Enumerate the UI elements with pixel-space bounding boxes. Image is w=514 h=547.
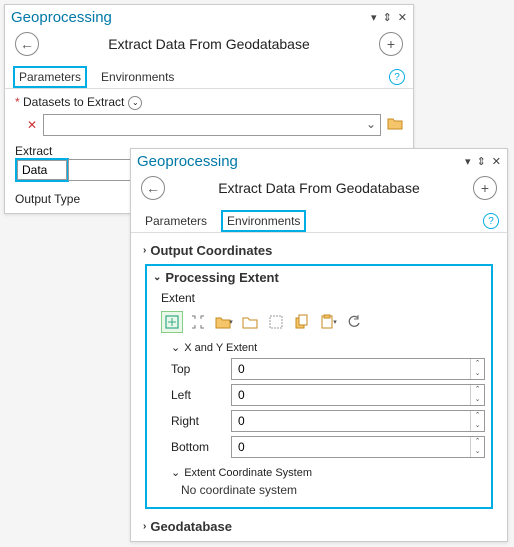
coord-row-top: Top ⌃⌄ [171, 358, 485, 380]
coord-system-header[interactable]: ⌄Extent Coordinate System [171, 466, 485, 479]
spin-up-icon[interactable]: ⌃ [471, 385, 484, 395]
extent-folder-icon[interactable]: ▾ [213, 311, 235, 333]
extent-default-icon[interactable] [161, 311, 183, 333]
coord-row-bottom: Bottom ⌃⌄ [171, 436, 485, 458]
xy-extent-header[interactable]: ⌄X and Y Extent [171, 341, 485, 354]
chevron-right-icon: › [143, 245, 146, 256]
spin-up-icon[interactable]: ⌃ [471, 437, 484, 447]
extent-toolbar: ▾ ▾ [161, 311, 485, 333]
extent-copy-icon[interactable] [291, 311, 313, 333]
titlebar: Geoprocessing ▾ ⇕ ✕ [131, 149, 507, 172]
tool-title: Extract Data From Geodatabase [47, 36, 371, 52]
datasets-label: * Datasets to Extract⌄ [15, 95, 403, 110]
chevron-down-icon: ⌄ [171, 466, 180, 479]
add-button[interactable]: + [473, 176, 497, 200]
left-input[interactable]: ⌃⌄ [231, 384, 485, 406]
spin-up-icon[interactable]: ⌃ [471, 359, 484, 369]
coord-row-left: Left ⌃⌄ [171, 384, 485, 406]
pane-title: Geoprocessing [11, 9, 371, 26]
extent-browse-icon[interactable] [239, 311, 261, 333]
browse-button[interactable] [387, 116, 403, 133]
extent-select-icon[interactable] [265, 311, 287, 333]
dropdown-icon[interactable]: ▾ [371, 11, 377, 24]
section-geodatabase[interactable]: ›Geodatabase [141, 515, 497, 538]
chevron-down-icon: ⌄ [171, 341, 180, 354]
extract-highlight [15, 158, 69, 182]
tool-header: ← Extract Data From Geodatabase + [131, 172, 507, 210]
remove-icon[interactable]: ✕ [27, 118, 37, 132]
help-icon[interactable]: ? [389, 69, 405, 85]
bottom-input[interactable]: ⌃⌄ [231, 436, 485, 458]
extent-reset-icon[interactable] [343, 311, 365, 333]
processing-extent-group: ⌄Processing Extent Extent ▾ ▾ ⌄X and Y E… [145, 264, 493, 509]
chevron-down-icon[interactable]: ⌄ [128, 96, 142, 110]
spin-up-icon[interactable]: ⌃ [471, 411, 484, 421]
titlebar: Geoprocessing ▾ ⇕ ✕ [5, 5, 413, 28]
tool-header: ← Extract Data From Geodatabase + [5, 28, 413, 66]
pin-icon[interactable]: ⇕ [477, 155, 486, 168]
spin-down-icon[interactable]: ⌄ [471, 421, 484, 431]
dropdown-icon[interactable]: ▾ [465, 155, 471, 168]
help-icon[interactable]: ? [483, 213, 499, 229]
spin-down-icon[interactable]: ⌄ [471, 447, 484, 457]
extent-label: Extent [161, 291, 485, 305]
datasets-row: ✕ [27, 114, 403, 136]
tool-title: Extract Data From Geodatabase [173, 180, 465, 196]
top-input[interactable]: ⌃⌄ [231, 358, 485, 380]
pane-title: Geoprocessing [137, 153, 465, 170]
tab-parameters[interactable]: Parameters [139, 210, 213, 232]
datasets-combo[interactable] [43, 114, 381, 136]
close-icon[interactable]: ✕ [492, 155, 501, 168]
top-label: Top [171, 362, 221, 376]
section-output-coords[interactable]: ›Output Coordinates [141, 239, 497, 262]
left-label: Left [171, 388, 221, 402]
back-button[interactable]: ← [15, 32, 39, 56]
window-controls: ▾ ⇕ ✕ [465, 155, 501, 168]
required-icon: * [15, 95, 20, 109]
right-label: Right [171, 414, 221, 428]
close-icon[interactable]: ✕ [398, 11, 407, 24]
chevron-right-icon: › [143, 521, 146, 532]
tab-environments[interactable]: Environments [221, 210, 306, 232]
chevron-down-icon: ⌄ [153, 272, 161, 283]
spin-down-icon[interactable]: ⌄ [471, 369, 484, 379]
extent-paste-icon[interactable]: ▾ [317, 311, 339, 333]
pin-icon[interactable]: ⇕ [383, 11, 392, 24]
tab-parameters[interactable]: Parameters [13, 66, 87, 88]
window-controls: ▾ ⇕ ✕ [371, 11, 407, 24]
environments-body: ›Output Coordinates ⌄Processing Extent E… [131, 233, 507, 544]
extract-input[interactable] [17, 160, 67, 180]
back-button[interactable]: ← [141, 176, 165, 200]
section-processing-extent[interactable]: ⌄Processing Extent [153, 270, 485, 287]
coord-row-right: Right ⌃⌄ [171, 410, 485, 432]
geoprocessing-pane-front: Geoprocessing ▾ ⇕ ✕ ← Extract Data From … [130, 148, 508, 542]
right-input[interactable]: ⌃⌄ [231, 410, 485, 432]
add-button[interactable]: + [379, 32, 403, 56]
tabs: Parameters Environments ? [5, 66, 413, 89]
coord-system-value: No coordinate system [181, 483, 485, 497]
spin-down-icon[interactable]: ⌄ [471, 395, 484, 405]
extent-layer-icon[interactable] [187, 311, 209, 333]
tab-environments[interactable]: Environments [95, 66, 180, 88]
tabs: Parameters Environments ? [131, 210, 507, 233]
bottom-label: Bottom [171, 440, 221, 454]
